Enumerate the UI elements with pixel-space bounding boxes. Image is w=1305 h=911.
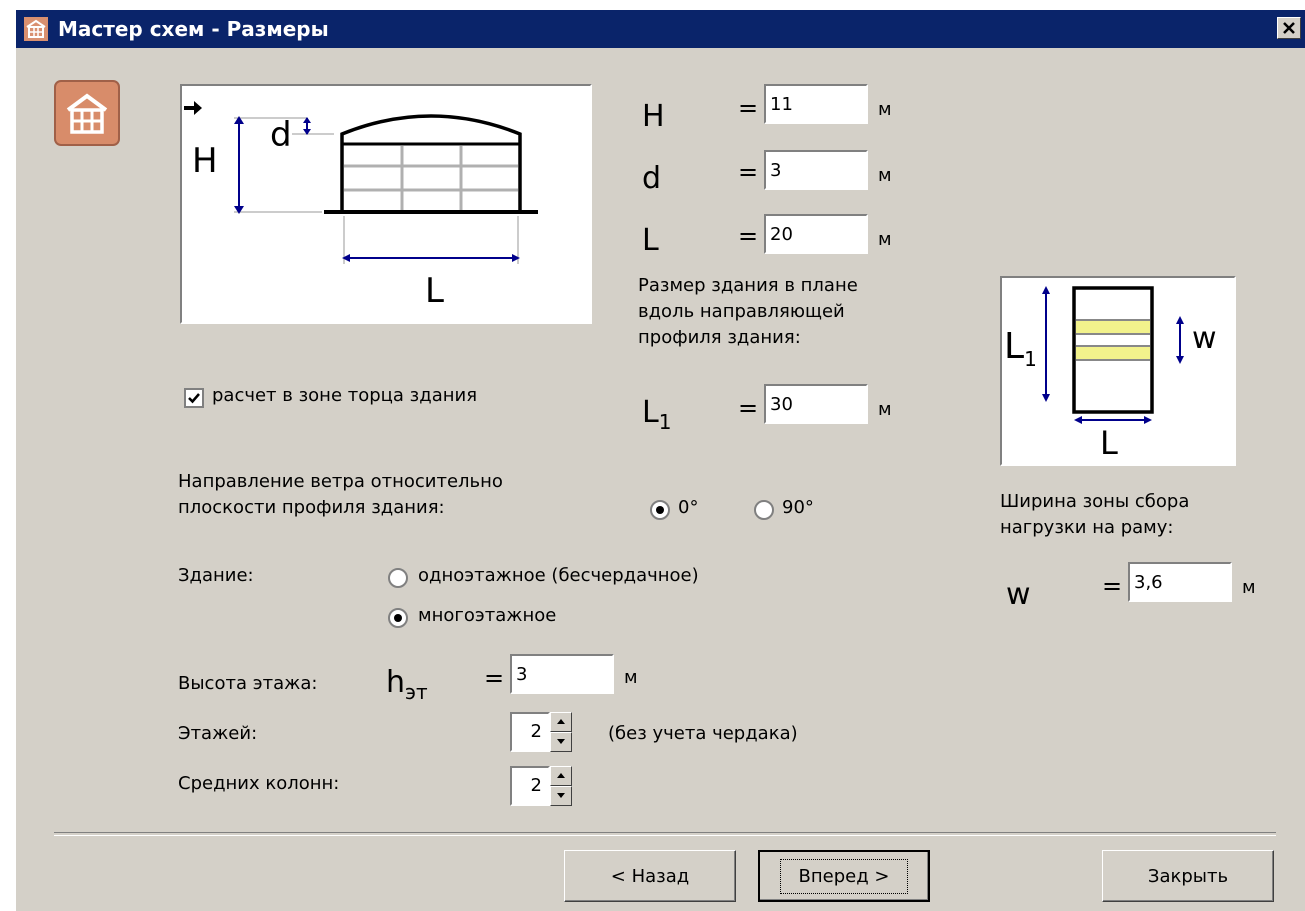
- wind-0-radio[interactable]: [650, 500, 670, 520]
- param-l-unit: м: [878, 229, 892, 250]
- param-l-label: L: [642, 223, 659, 258]
- columns-spin-up[interactable]: [550, 766, 572, 786]
- param-l1-eq: =: [738, 394, 759, 422]
- floor-height-label: Высота этажа:: [178, 673, 318, 694]
- window-title: Мастер схем - Размеры: [58, 17, 329, 41]
- plan-w-label: w: [1192, 321, 1217, 356]
- single-storey-radio[interactable]: [388, 568, 408, 588]
- floor-height-sub: эт: [405, 680, 428, 704]
- floors-spin-up[interactable]: [550, 712, 572, 732]
- plan-l1-label: L1: [1004, 326, 1037, 372]
- floor-height-eq: =: [484, 664, 505, 692]
- length-l1-input[interactable]: [764, 384, 868, 424]
- close-window-button[interactable]: [1277, 17, 1301, 39]
- param-d-label: d: [642, 161, 662, 196]
- next-button-label: Вперед >: [779, 858, 909, 894]
- param-h-label: H: [642, 99, 665, 134]
- plan-drawing: [1042, 286, 1184, 424]
- param-l1-label: L1: [642, 395, 672, 435]
- load-width-w-input[interactable]: [1128, 562, 1232, 602]
- floors-spin-down[interactable]: [550, 732, 572, 752]
- end-zone-label[interactable]: расчет в зоне торца здания: [212, 384, 477, 408]
- diagram-l-label: L: [425, 271, 444, 311]
- param-l1-sub: 1: [658, 410, 672, 434]
- profile-diagram: H d L: [180, 84, 592, 324]
- wind-90-radio[interactable]: [754, 500, 774, 520]
- plan-note-line-1: Размер здания в плане: [638, 275, 858, 296]
- plan-note-line-3: профиля здания:: [638, 327, 801, 348]
- close-icon: [1283, 22, 1295, 34]
- wizard-window: Мастер схем - Размеры H d L H = 11 м d =…: [14, 8, 1305, 911]
- wind-90-label[interactable]: 90°: [782, 496, 814, 520]
- columns-spin-down[interactable]: [550, 786, 572, 806]
- height-h-input[interactable]: [764, 84, 868, 124]
- param-h-unit: м: [878, 99, 892, 120]
- plan-diagram: L1 w L: [1000, 276, 1236, 466]
- columns-spinner-value[interactable]: 2: [510, 766, 550, 806]
- columns-label: Средних колонн:: [178, 773, 340, 794]
- floor-height-input[interactable]: [510, 654, 614, 694]
- close-button-label: Закрыть: [1147, 865, 1229, 887]
- checkmark-icon: [188, 393, 200, 404]
- load-zone-w-label: w: [1006, 577, 1031, 612]
- wind-label-line-2: плоскости профиля здания:: [178, 497, 445, 518]
- arch-rise-d-input[interactable]: [764, 150, 868, 190]
- diagram-d-label: d: [270, 115, 292, 155]
- param-l-eq: =: [738, 222, 759, 250]
- back-button-label: < Назад: [610, 865, 690, 887]
- param-d-unit: м: [878, 165, 892, 186]
- plan-l1-sub: 1: [1024, 347, 1037, 372]
- floors-label: Этажей:: [178, 723, 258, 744]
- end-zone-checkbox[interactable]: [184, 388, 204, 408]
- floor-height-unit: м: [624, 667, 638, 688]
- multi-storey-radio[interactable]: [388, 608, 408, 628]
- plan-note-line-2: вдоль направляющей: [638, 301, 845, 322]
- close-button[interactable]: Закрыть: [1102, 850, 1274, 902]
- floors-spinner-value[interactable]: 2: [510, 712, 550, 752]
- span-l-input[interactable]: [764, 214, 868, 254]
- floors-note: (без учета чердака): [608, 723, 798, 744]
- diagram-h-label: H: [192, 141, 218, 181]
- building-icon: [24, 17, 48, 41]
- title-bar: Мастер схем - Размеры: [16, 10, 1305, 48]
- floor-height-symbol: hэт: [386, 665, 428, 705]
- profile-drawing: [184, 101, 538, 264]
- multi-storey-label[interactable]: многоэтажное: [418, 604, 556, 628]
- load-zone-label-line-2: нагрузки на раму:: [1000, 517, 1174, 538]
- load-zone-unit: м: [1242, 577, 1256, 598]
- plan-l-label: L: [1100, 424, 1118, 462]
- back-button[interactable]: < Назад: [564, 850, 736, 902]
- footer-separator: [54, 832, 1276, 836]
- wind-0-label[interactable]: 0°: [678, 496, 698, 520]
- param-h-eq: =: [738, 94, 759, 122]
- wizard-building-icon: [54, 80, 120, 146]
- param-d-eq: =: [738, 158, 759, 186]
- single-storey-label[interactable]: одноэтажное (бесчердачное): [418, 564, 699, 588]
- param-l1-unit: м: [878, 399, 892, 420]
- load-zone-eq: =: [1102, 572, 1123, 600]
- load-zone-label-line-1: Ширина зоны сбора: [1000, 491, 1190, 512]
- building-label: Здание:: [178, 565, 254, 586]
- next-button[interactable]: Вперед >: [758, 850, 930, 902]
- wind-label-line-1: Направление ветра относительно: [178, 471, 503, 492]
